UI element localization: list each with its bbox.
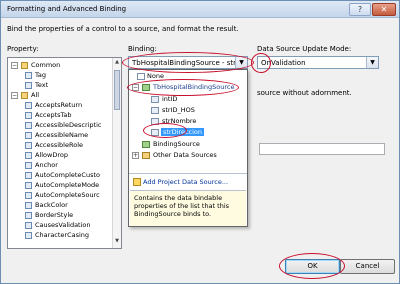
binding-sources-label: BindingSource [153,140,200,148]
property-item[interactable]: AutoCompleteMode [8,181,113,191]
property-icon [25,152,32,159]
property-item[interactable]: AccessibleName [8,131,113,141]
scroll-thumb[interactable] [114,70,120,110]
property-icon [25,142,32,149]
property-item[interactable]: CausesValidation [8,221,113,231]
property-icon [25,102,32,109]
category-icon [21,92,28,99]
property-icon [25,122,32,129]
property-label-text: Anchor [35,161,58,169]
annotation-ellipse [127,79,239,96]
property-item[interactable]: BackColor [8,201,113,211]
property-label: Property: [7,45,39,53]
data-sources-icon [142,152,150,159]
property-label-text: CharacterCasing [35,231,90,239]
tree-node-all[interactable]: − All [8,91,113,101]
collapse-icon[interactable]: − [11,92,18,99]
property-item[interactable]: AllowDrop [8,151,113,161]
property-label-text: AcceptsReturn [35,101,83,109]
property-label-text: AutoCompleteSourc [35,191,100,199]
property-item[interactable]: AccessibleDescriptic [8,121,113,131]
update-mode-combo[interactable]: OnValidation ▼ [257,56,379,69]
scroll-up-icon[interactable]: ▲ [113,59,121,68]
property-item[interactable]: AcceptsTab [8,111,113,121]
tree-label: Common [31,61,61,69]
category-icon [21,62,28,69]
property-icon [25,112,32,119]
property-icon [25,192,32,199]
none-icon [137,73,145,80]
field-label: intID [162,95,178,103]
property-tree[interactable]: − Common Tag Text − All AcceptsReturn Ac… [7,57,122,249]
property-icon [25,132,32,139]
property-icon [25,232,32,239]
property-icon [25,212,32,219]
format-input[interactable] [259,143,385,155]
window-title: Formatting and Advanced Binding [7,5,127,13]
annotation-ellipse [122,52,254,73]
property-label-text: Text [35,81,49,89]
scroll-down-icon[interactable]: ▼ [113,238,121,247]
expand-icon[interactable]: + [132,152,139,159]
annotation-ellipse [143,123,187,138]
property-item[interactable]: AcceptsReturn [8,101,113,111]
chevron-down-icon[interactable]: ▼ [366,57,378,68]
tree-node-common[interactable]: − Common [8,61,113,71]
property-label-text: AutoCompleteMode [35,181,100,189]
close-button[interactable]: ✕ [372,3,396,16]
update-mode-label: Data Source Update Mode: [257,45,352,53]
binding-label: Binding: [128,45,157,53]
property-item[interactable]: AutoCompleteCusto [8,171,113,181]
property-label-text: AccessibleRole [35,141,83,149]
property-item[interactable]: Anchor [8,161,113,171]
field-icon [151,107,159,114]
field-label: strID_HOS [162,106,195,114]
dropdown-help-text: Contains the data bindable properties of… [130,190,246,226]
property-label-text: AccessibleName [35,131,89,139]
add-data-source-icon [133,178,141,186]
separator [129,173,247,174]
help-button[interactable]: ? [349,3,371,16]
property-label-text: AllowDrop [35,151,68,159]
property-label-text: AccessibleDescriptic [35,121,102,129]
property-icon [25,182,32,189]
binding-dialog: Formatting and Advanced Binding ? ✕ Bind… [0,0,400,284]
property-label-text: BorderStyle [35,211,74,219]
field-icon [151,96,159,103]
property-item[interactable]: AccessibleRole [8,141,113,151]
property-label-text: BackColor [35,201,68,209]
property-label-text: Tag [35,71,47,79]
other-sources-label: Other Data Sources [153,151,217,159]
property-label-text: AutoCompleteCusto [35,171,100,179]
dialog-description: Bind the properties of a control to a so… [7,25,239,33]
property-item[interactable]: BorderStyle [8,211,113,221]
property-item[interactable]: CharacterCasing [8,231,113,241]
cancel-button[interactable]: Cancel [340,259,395,274]
property-label-text: AcceptsTab [35,111,72,119]
title-bar: Formatting and Advanced Binding ? ✕ [1,1,399,18]
property-item[interactable]: Text [8,81,113,91]
property-icon [25,162,32,169]
property-icon [25,202,32,209]
tree-label: All [31,91,40,99]
annotation-ellipse [251,53,271,73]
property-icon [25,172,32,179]
right-description: source without adornment. [257,89,352,97]
property-scrollbar[interactable]: ▲ ▼ [112,58,121,248]
property-icon [25,72,32,79]
property-icon [25,82,32,89]
property-item[interactable]: AutoCompleteSourc [8,191,113,201]
annotation-ellipse [279,253,345,279]
property-label-text: CausesValidation [35,221,91,229]
add-project-data-source-link[interactable]: Add Project Data Source... [143,178,228,186]
binding-source-icon [142,141,150,148]
collapse-icon[interactable]: − [11,62,18,69]
property-item[interactable]: Tag [8,71,113,81]
property-icon [25,222,32,229]
